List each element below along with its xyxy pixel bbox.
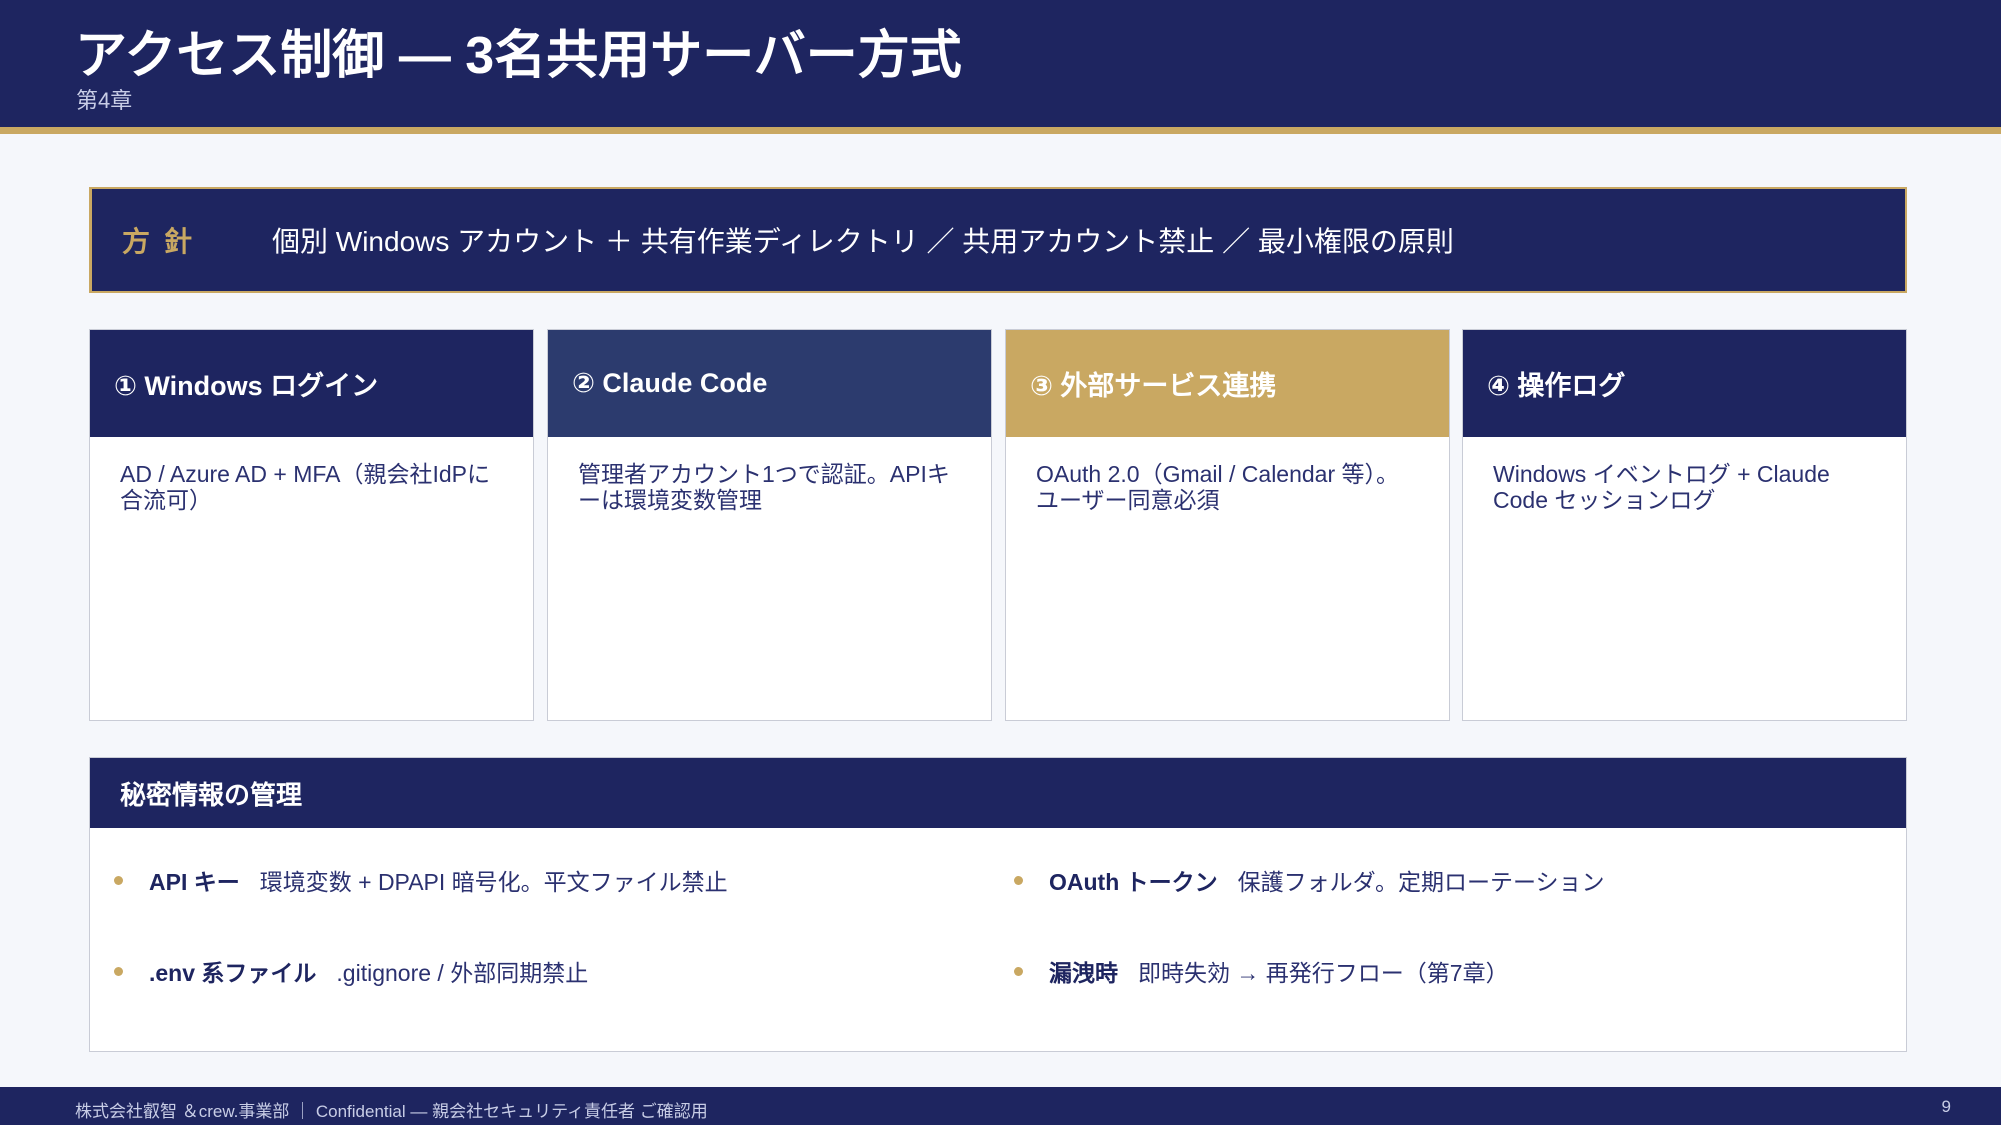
card-title: ② Claude Code bbox=[548, 330, 991, 437]
item-key: .env 系ファイル bbox=[149, 960, 317, 986]
item-key: 漏洩時 bbox=[1049, 960, 1118, 986]
item-key: API キー bbox=[149, 869, 240, 895]
policy-banner: 方針 個別 Windows アカウント ＋ 共有作業ディレクトリ ／ 共用アカウ… bbox=[89, 187, 1907, 293]
list-item: .env 系ファイル .gitignore / 外部同期禁止 bbox=[114, 954, 588, 988]
chapter-label: 第4章 bbox=[76, 88, 133, 113]
policy-text: 個別 Windows アカウント ＋ 共有作業ディレクトリ ／ 共用アカウント禁… bbox=[272, 226, 1454, 257]
card-external-services: ③ 外部サービス連携 OAuth 2.0（Gmail / Calendar 等）… bbox=[1005, 329, 1450, 721]
list-item: OAuth トークン 保護フォルダ。定期ローテーション bbox=[1014, 863, 1605, 897]
card-body: AD / Azure AD + MFA（親会社IdPに合流可） bbox=[120, 461, 491, 513]
card-body: OAuth 2.0（Gmail / Calendar 等）。ユーザー同意必須 bbox=[1036, 461, 1400, 513]
card-title: ① Windows ログイン bbox=[90, 330, 533, 437]
item-value: .gitignore / 外部同期禁止 bbox=[336, 960, 589, 986]
footer-bar: 株式会社叡智 ＆crew.事業部 ｜ Confidential — 親会社セキュ… bbox=[0, 1087, 2001, 1125]
card-title: ③ 外部サービス連携 bbox=[1006, 330, 1449, 437]
page-title: アクセス制御 — 3名共用サーバー方式 bbox=[75, 27, 962, 85]
item-value: 保護フォルダ。定期ローテーション bbox=[1237, 869, 1605, 895]
item-value: 環境変数 + DPAPI 暗号化。平文ファイル禁止 bbox=[259, 869, 728, 895]
list-item: 漏洩時 即時失効 → 再発行フロー（第7章） bbox=[1014, 954, 1509, 988]
card-windows-login: ① Windows ログイン AD / Azure AD + MFA（親会社Id… bbox=[89, 329, 534, 721]
card-claude-code: ② Claude Code 管理者アカウント1つで認証。APIキーは環境変数管理 bbox=[547, 329, 992, 721]
item-value: 即時失効 → 再発行フロー（第7章） bbox=[1138, 960, 1509, 986]
page-number: 9 bbox=[1941, 1097, 1951, 1116]
header-accent-line bbox=[0, 127, 2001, 134]
item-key: OAuth トークン bbox=[1049, 869, 1218, 895]
secret-panel-title: 秘密情報の管理 bbox=[90, 758, 1906, 828]
list-item: API キー 環境変数 + DPAPI 暗号化。平文ファイル禁止 bbox=[114, 863, 728, 897]
card-title: ④ 操作ログ bbox=[1463, 330, 1906, 437]
card-body: Windows イベントログ + Claude Code セッションログ bbox=[1493, 461, 1830, 513]
footer-text: 株式会社叡智 ＆crew.事業部 ｜ Confidential — 親会社セキュ… bbox=[75, 1102, 708, 1121]
bullet-icon bbox=[114, 966, 123, 976]
bullet-icon bbox=[114, 875, 123, 885]
card-operation-log: ④ 操作ログ Windows イベントログ + Claude Code セッショ… bbox=[1462, 329, 1907, 721]
policy-label: 方針 bbox=[122, 226, 207, 257]
bullet-icon bbox=[1014, 875, 1023, 885]
secret-management-panel: 秘密情報の管理 API キー 環境変数 + DPAPI 暗号化。平文ファイル禁止… bbox=[89, 757, 1907, 1052]
card-body: 管理者アカウント1つで認証。APIキーは環境変数管理 bbox=[578, 461, 950, 513]
bullet-icon bbox=[1014, 966, 1023, 976]
